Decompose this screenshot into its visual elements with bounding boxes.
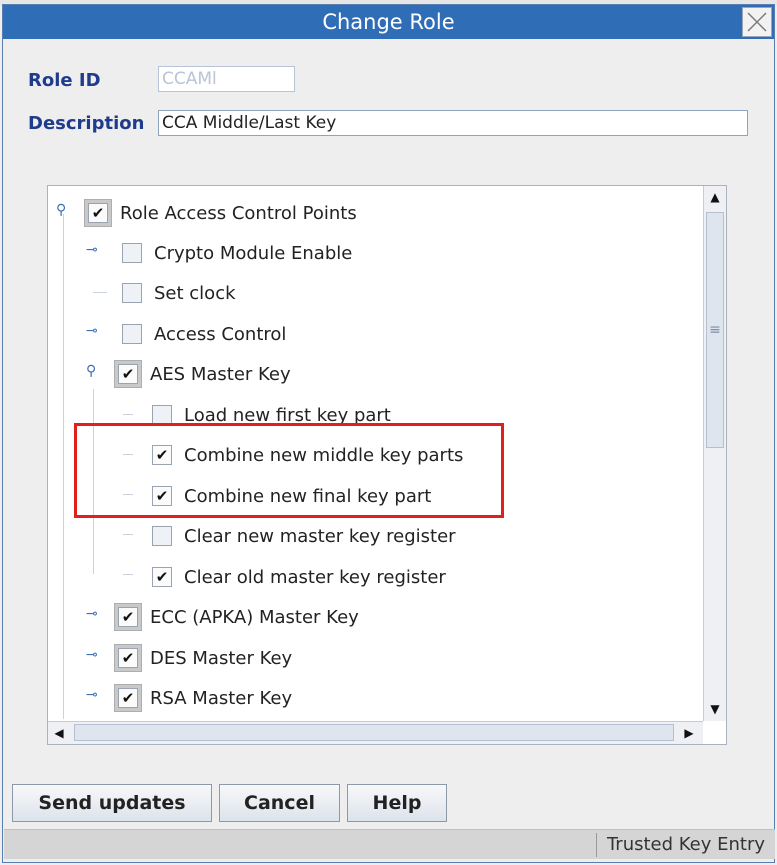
item-checkbox[interactable]: ✔ (114, 360, 142, 388)
collapse-toggle-icon[interactable]: ⚲ (56, 202, 66, 218)
item-checkbox[interactable]: ✔ (114, 644, 142, 672)
scroll-down-icon[interactable]: ▼ (704, 698, 726, 720)
tree-item-set-clock[interactable]: Set clock (122, 278, 236, 308)
vertical-scroll-thumb[interactable]: ≡ (706, 212, 724, 448)
tree-connector (93, 292, 107, 293)
help-button[interactable]: Help (347, 784, 447, 822)
check-mark-icon: ✔ (118, 648, 138, 668)
tree-item-clear-old-master-key-register[interactable]: ✔ Clear old master key register (152, 562, 446, 592)
tree-item-aes-master-key[interactable]: ✔ AES Master Key (114, 359, 291, 389)
expand-toggle-icon[interactable]: ⊸ (86, 606, 98, 622)
status-separator (596, 833, 597, 857)
tree-connector (123, 414, 133, 415)
tree-root-label: Role Access Control Points (120, 202, 357, 224)
tree-item-des-master-key[interactable]: ✔ DES Master Key (114, 643, 293, 673)
scroll-left-icon[interactable]: ◀ (48, 722, 70, 744)
check-mark-icon: ✔ (88, 203, 108, 223)
tree-item-label: Clear old master key register (184, 566, 446, 588)
item-checkbox[interactable] (122, 324, 142, 344)
item-checkbox[interactable] (152, 405, 172, 425)
expand-toggle-icon[interactable]: ⊸ (86, 647, 98, 663)
horizontal-scroll-thumb[interactable] (74, 724, 674, 741)
title-bar[interactable]: Change Role (3, 5, 774, 39)
tree-item-label: DES Master Key (150, 647, 293, 669)
tree-connector (123, 574, 133, 575)
tree-item-ecc-master-key[interactable]: ✔ ECC (APKA) Master Key (114, 602, 359, 632)
role-id-field: CCAMl (158, 66, 295, 92)
dialog-title: Change Role (322, 10, 455, 34)
close-icon (747, 12, 767, 32)
status-text: Trusted Key Entry (606, 834, 765, 855)
expand-toggle-icon[interactable]: ⊸ (86, 687, 98, 703)
scroll-up-icon[interactable]: ▲ (704, 186, 726, 208)
tree-item-label: Crypto Module Enable (154, 242, 353, 264)
description-field[interactable]: CCA Middle/Last Key (158, 110, 748, 136)
tree-item-access-control[interactable]: Access Control (122, 319, 286, 349)
tree-connector (63, 214, 64, 719)
tree-connector (123, 534, 133, 535)
scroll-right-icon[interactable]: ▶ (678, 722, 700, 744)
tree-item-label: Clear new master key register (184, 525, 456, 547)
status-bar: Trusted Key Entry (4, 829, 775, 859)
vertical-scrollbar[interactable]: ▲ ≡ ▼ (703, 186, 726, 721)
send-updates-button[interactable]: Send updates (12, 784, 212, 822)
tree-item-crypto-module-enable[interactable]: Crypto Module Enable (122, 238, 352, 268)
check-mark-icon: ✔ (118, 688, 138, 708)
close-button[interactable] (742, 7, 772, 37)
root-checkbox[interactable]: ✔ (84, 199, 112, 227)
item-checkbox[interactable] (152, 526, 172, 546)
item-checkbox[interactable] (122, 243, 142, 263)
description-label: Description (28, 113, 145, 134)
item-checkbox[interactable]: ✔ (114, 603, 142, 631)
tree-item-label: AES Master Key (150, 363, 291, 385)
tree-item-rsa-master-key[interactable]: ✔ RSA Master Key (114, 683, 293, 713)
tree-item-label: RSA Master Key (150, 687, 293, 709)
tree-item-label: Set clock (154, 282, 236, 304)
role-id-label: Role ID (28, 70, 101, 91)
annotation-highlight-box (74, 423, 504, 518)
tree-item-label: Access Control (154, 323, 287, 345)
tree-item-clear-new-master-key-register[interactable]: Clear new master key register (152, 521, 456, 551)
check-mark-icon: ✔ (118, 364, 138, 384)
expand-toggle-icon[interactable]: ⊸ (86, 242, 98, 258)
expand-toggle-icon[interactable]: ⊸ (86, 323, 98, 339)
cancel-button[interactable]: Cancel (219, 784, 340, 822)
collapse-toggle-icon[interactable]: ⚲ (86, 363, 96, 379)
check-mark-icon: ✔ (118, 607, 138, 627)
horizontal-scrollbar[interactable]: ◀ ▶ (48, 721, 703, 744)
tree-root-item[interactable]: ✔ Role Access Control Points (84, 198, 357, 228)
tree-item-label: ECC (APKA) Master Key (150, 606, 359, 628)
item-checkbox[interactable]: ✔ (114, 684, 142, 712)
item-checkbox[interactable]: ✔ (152, 567, 172, 587)
item-checkbox[interactable] (122, 283, 142, 303)
